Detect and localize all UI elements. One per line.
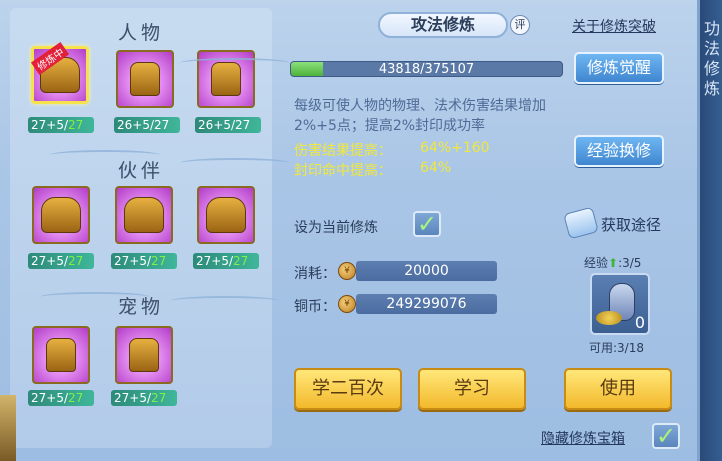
breakthrough-info-link[interactable]: 关于修炼突破	[572, 16, 656, 36]
character-defense-icon	[130, 62, 160, 96]
slot-level-pet-attack: 27+5/27	[28, 390, 94, 406]
hide-chest-checkbox[interactable]: ✓	[652, 423, 680, 449]
slot-level-character-defense: 26+5/27	[114, 117, 180, 133]
item-count: 0	[634, 313, 645, 332]
exp-item-count: 经验⬆:3/5	[584, 256, 642, 270]
progress-text: 43818/375107	[378, 62, 475, 77]
coin-icon: ¥	[338, 262, 356, 280]
learn-200-button[interactable]: 学二百次	[294, 368, 402, 410]
learn-button[interactable]: 学习	[418, 368, 526, 410]
copper-label: 铜币：	[294, 299, 336, 315]
pet-defense-icon	[129, 338, 159, 372]
slot-level-pet-defense: 27+5/27	[111, 390, 177, 406]
effect-damage-label: 伤害结果提高：	[294, 143, 392, 159]
awaken-button[interactable]: 修炼觉醒	[574, 52, 664, 84]
partner-attack-icon	[41, 197, 81, 233]
cloud-ornament	[180, 158, 290, 168]
consume-label: 消耗：	[294, 266, 336, 282]
effect-seal-value: 64%	[420, 160, 452, 176]
effect-seal: 封印命中提高： 64%	[294, 160, 451, 180]
use-button[interactable]: 使用	[564, 368, 672, 410]
hide-chest-label: 隐藏修炼宝箱	[541, 431, 625, 447]
slot-level-partner-magic: 27+5/27	[193, 253, 259, 269]
exchange-exp-button[interactable]: 经验换修	[574, 135, 664, 167]
cloud-ornament	[170, 296, 280, 306]
slot-partner-magic[interactable]	[197, 186, 255, 244]
consume-value: 20000	[356, 261, 497, 281]
up-arrow-icon: ⬆	[608, 256, 619, 270]
effect-damage: 伤害结果提高： 64%+160	[294, 140, 490, 160]
rating-icon[interactable]: 评	[510, 15, 530, 35]
cultivation-category-column: 人物 修炼中 27+5/27 26+5/27 26+5/27 伙伴 27+5/2…	[10, 8, 272, 448]
partner-magic-icon	[206, 197, 246, 233]
cultivation-progress-bar: 43818/375107	[290, 61, 563, 77]
copper-value: 249299076	[356, 294, 497, 314]
cultivation-panel: 人物 修炼中 27+5/27 26+5/27 26+5/27 伙伴 27+5/2…	[0, 0, 700, 461]
cloud-ornament	[50, 150, 160, 160]
slot-pet-attack[interactable]	[32, 326, 90, 384]
slot-level-character-magic: 26+5/27	[195, 117, 261, 133]
cloud-ornament	[40, 292, 150, 302]
slot-partner-defense[interactable]	[115, 186, 173, 244]
slot-level-partner-defense: 27+5/27	[111, 253, 177, 269]
book-icon[interactable]	[563, 206, 599, 240]
effect-seal-label: 封印命中提高：	[294, 163, 392, 179]
slot-partner-attack[interactable]	[32, 186, 90, 244]
set-current-checkbox[interactable]: ✓	[413, 211, 441, 237]
slot-character-defense[interactable]	[116, 50, 174, 108]
gold-pile-icon	[596, 311, 622, 325]
pet-attack-icon	[46, 338, 76, 372]
decorative-pillar	[0, 395, 16, 461]
slot-level-character-attack: 27+5/27	[28, 117, 94, 133]
cultivation-description: 每级可使人物的物理、法术伤害结果增加2%+5点；提高2%封印成功率	[294, 98, 546, 134]
cultivation-title: 攻法修炼	[378, 12, 508, 38]
available-count: 可用:3/18	[589, 341, 644, 355]
section-title-character: 人物	[117, 22, 164, 44]
effect-damage-value: 64%+160	[420, 140, 490, 156]
slot-level-partner-attack: 27+5/27	[28, 253, 94, 269]
coin-icon: ¥	[338, 295, 356, 313]
slot-character-attack[interactable]: 修炼中	[30, 42, 89, 104]
cloud-ornament	[180, 58, 290, 68]
partner-defense-icon	[124, 197, 164, 233]
set-current-label: 设为当前修炼	[294, 220, 378, 236]
slot-pet-defense[interactable]	[115, 326, 173, 384]
obtain-route-link[interactable]: 获取途径	[601, 214, 661, 235]
side-tab-strip[interactable]: 功法修炼	[700, 0, 722, 461]
exp-item-slot[interactable]: 0	[590, 273, 650, 335]
